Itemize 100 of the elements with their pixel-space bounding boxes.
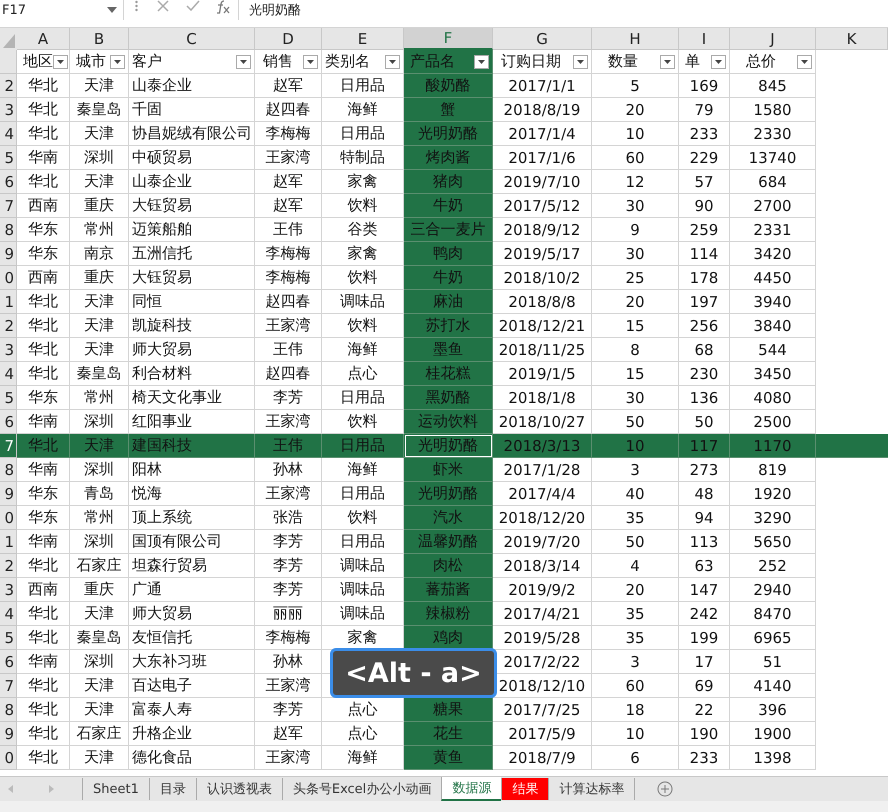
table-cell: 大东补习班 (129, 650, 255, 674)
sheet-tab[interactable]: 数据源 (441, 777, 502, 801)
table-cell: 赵四春 (255, 98, 322, 122)
row-number[interactable]: 6 (0, 410, 17, 434)
row-number[interactable]: 8 (0, 458, 17, 482)
table-cell: 日用品 (322, 386, 404, 410)
table-cell: 819 (730, 458, 816, 482)
table-cell: 114 (679, 242, 730, 266)
row-number[interactable]: 6 (0, 170, 17, 194)
table-cell: 天津 (70, 602, 129, 626)
table-cell: 12 (592, 170, 679, 194)
table-cell: 山泰企业 (129, 74, 255, 98)
table-cell: 40 (592, 482, 679, 506)
table-cell: 10 (592, 722, 679, 746)
row-number[interactable]: 2 (0, 554, 17, 578)
table-cell: 李梅梅 (255, 626, 322, 650)
table-cell: 华北 (17, 698, 70, 722)
row-number[interactable]: 2 (0, 74, 17, 98)
column-header[interactable]: J (730, 28, 816, 50)
row-number[interactable]: 3 (0, 98, 17, 122)
row-number[interactable]: 8 (0, 698, 17, 722)
filter-dropdown-icon[interactable] (711, 54, 726, 68)
table-cell: 日用品 (322, 74, 404, 98)
table-cell: 调味品 (322, 602, 404, 626)
filter-dropdown-icon[interactable] (303, 54, 318, 68)
table-cell: 西南 (17, 266, 70, 290)
header-label: 地区 (23, 52, 53, 71)
row-number[interactable]: 1 (0, 530, 17, 554)
column-header[interactable]: A (17, 28, 70, 50)
caret-icon[interactable] (107, 7, 117, 13)
table-cell: 2017/7/25 (493, 698, 592, 722)
column-header[interactable]: B (70, 28, 129, 50)
row-number[interactable]: 7 (0, 434, 17, 458)
table-cell: 79 (679, 98, 730, 122)
row-number[interactable]: 4 (0, 362, 17, 386)
table-cell: 肉松 (404, 554, 493, 578)
row-number[interactable]: 4 (0, 602, 17, 626)
filter-dropdown-icon[interactable] (797, 54, 812, 68)
row-number[interactable]: 9 (0, 722, 17, 746)
formula-field[interactable]: 光明奶酪 (238, 0, 888, 20)
row-number[interactable]: 7 (0, 674, 17, 698)
row-number[interactable]: 7 (0, 194, 17, 218)
row-number[interactable]: 5 (0, 386, 17, 410)
row-number[interactable]: 3 (0, 338, 17, 362)
filter-dropdown-icon[interactable] (385, 54, 400, 68)
table-cell: 红阳事业 (129, 410, 255, 434)
row-number[interactable]: 4 (0, 122, 17, 146)
table-cell: 60 (592, 674, 679, 698)
table-cell: 35 (592, 506, 679, 530)
filter-dropdown-icon[interactable] (53, 54, 68, 68)
row-number[interactable]: 3 (0, 578, 17, 602)
row-number[interactable]: 9 (0, 242, 17, 266)
column-header[interactable]: G (493, 28, 592, 50)
row-number[interactable]: 0 (0, 266, 17, 290)
sheet-tab[interactable]: Sheet1 (82, 778, 149, 800)
table-cell: 天津 (70, 434, 129, 458)
table-cell: 深圳 (70, 410, 129, 434)
filter-dropdown-icon[interactable] (573, 54, 588, 68)
column-header[interactable]: I (679, 28, 730, 50)
header-label: 订购日期 (501, 52, 561, 71)
sheet-tab[interactable]: 计算达标率 (548, 778, 634, 800)
table-cell: 华北 (17, 722, 70, 746)
row-number[interactable]: 0 (0, 506, 17, 530)
row-number[interactable]: 5 (0, 626, 17, 650)
table-cell: 50 (592, 410, 679, 434)
filter-dropdown-icon[interactable] (660, 54, 675, 68)
column-header[interactable]: H (592, 28, 679, 50)
column-header[interactable]: C (129, 28, 255, 50)
filter-dropdown-icon[interactable] (236, 54, 251, 68)
row-number[interactable]: 1 (0, 290, 17, 314)
table-cell: 华东 (17, 242, 70, 266)
name-box[interactable]: F17 (0, 0, 124, 20)
table-cell: 赵军 (255, 170, 322, 194)
column-header[interactable]: D (255, 28, 322, 50)
row-number[interactable]: 5 (0, 146, 17, 170)
table-cell: 天津 (70, 746, 129, 770)
row-number[interactable]: 0 (0, 746, 17, 770)
table-cell: 建国科技 (129, 434, 255, 458)
sheet-tab[interactable]: 目录 (148, 778, 196, 800)
table-cell: 2700 (730, 194, 816, 218)
filter-dropdown-icon[interactable] (474, 54, 489, 68)
selected-row[interactable]: 7 华北 天津 建国科技 王伟 日用品 光明奶酪 2018/3/13 10 117 1170 (0, 434, 888, 458)
table-cell: 华北 (17, 554, 70, 578)
row-number[interactable]: 2 (0, 314, 17, 338)
column-header[interactable]: E (322, 28, 404, 50)
row-number[interactable]: 8 (0, 218, 17, 242)
table-cell: 4 (592, 554, 679, 578)
sheet-tab[interactable]: 认识透视表 (196, 778, 282, 800)
sheet-tab[interactable]: 结果 (501, 778, 548, 800)
header-label: 产品名 (410, 52, 455, 71)
table-cell: 3840 (730, 314, 816, 338)
table-cell: 华北 (17, 314, 70, 338)
table-cell: 秦皇岛 (70, 98, 129, 122)
row-number[interactable]: 6 (0, 650, 17, 674)
column-header[interactable]: K (816, 28, 888, 50)
column-header[interactable]: F (404, 28, 493, 50)
table-cell: 684 (730, 170, 816, 194)
row-number[interactable]: 9 (0, 482, 17, 506)
table-cell: 68 (679, 338, 730, 362)
filter-dropdown-icon[interactable] (110, 54, 125, 68)
